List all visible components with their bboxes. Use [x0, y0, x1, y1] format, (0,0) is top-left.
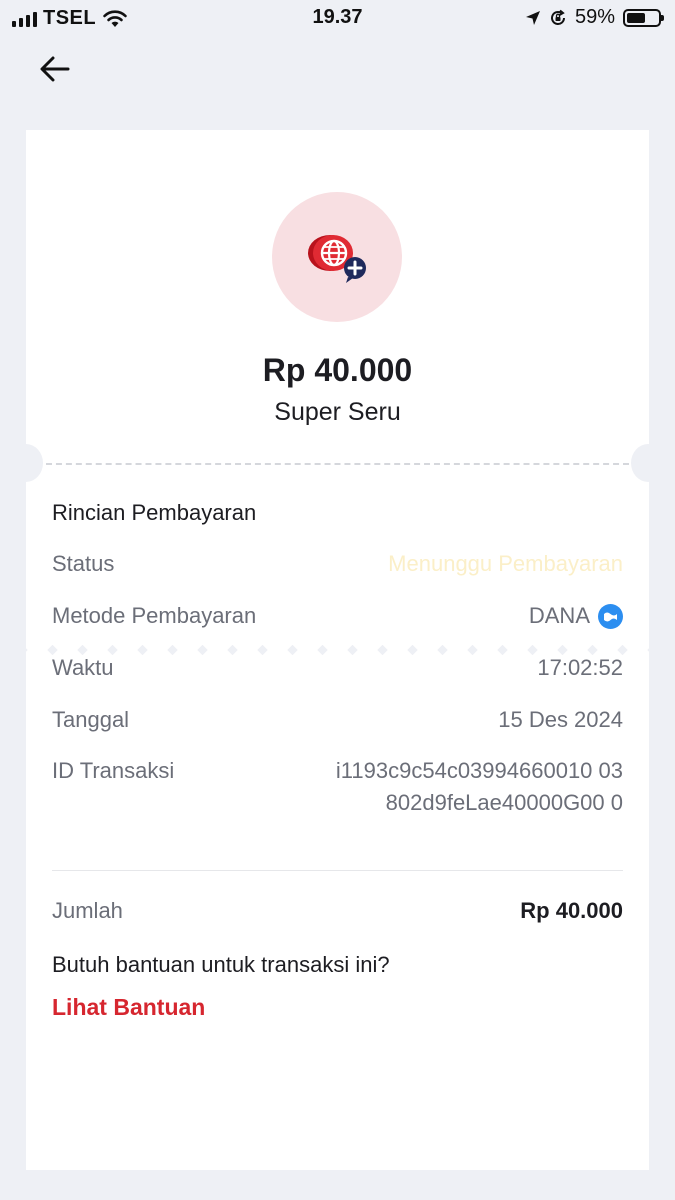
product-name: Super Seru — [274, 398, 401, 426]
status-label: Status — [52, 551, 115, 576]
screen: TSEL 19.37 59% Rp 40.000 Super Seru Rinc… — [0, 0, 675, 1200]
transaction-id-label: ID Transaksi — [52, 758, 175, 783]
battery-icon — [623, 8, 664, 27]
time-value: 17:02:52 — [537, 655, 623, 680]
total-value: Rp 40.000 — [520, 898, 623, 923]
payment-method-name: DANA — [528, 603, 590, 628]
ticket-notch-right — [631, 444, 665, 482]
arrow-left-icon — [40, 56, 70, 82]
date-value: 15 Des 2024 — [498, 707, 623, 732]
amount-title: Rp 40.000 — [262, 352, 413, 388]
product-icon-container — [272, 192, 402, 322]
time-label: Waktu — [52, 655, 114, 680]
status-value: Menunggu Pembayaran — [388, 551, 623, 576]
status-bar-right: 59% — [525, 6, 664, 29]
orientation-lock-icon — [549, 9, 567, 27]
details-divider — [52, 870, 623, 871]
payment-method-label: Metode Pembayaran — [52, 603, 257, 628]
payment-method-value: DANA — [529, 603, 623, 629]
battery-level — [627, 12, 645, 23]
transaction-id-value: i1193c9c54c03994660010 03802d9feLae40000… — [335, 758, 623, 815]
payment-details-title: Rincian Pembayaran — [52, 500, 257, 525]
back-button[interactable] — [34, 48, 76, 90]
help-question: Butuh bantuan untuk transaksi ini? — [52, 952, 390, 977]
help-link[interactable]: Lihat Bantuan — [52, 994, 205, 1021]
date-label: Tanggal — [52, 707, 130, 732]
status-bar: TSEL 19.37 59% — [0, 0, 675, 36]
battery-percent: 59% — [574, 6, 615, 28]
ticket-notch-left — [9, 444, 43, 482]
total-label: Jumlah — [52, 898, 123, 923]
location-icon — [525, 10, 541, 26]
globe-plus-icon — [304, 228, 370, 286]
dashed-divider — [46, 463, 629, 465]
dana-icon — [598, 603, 623, 629]
